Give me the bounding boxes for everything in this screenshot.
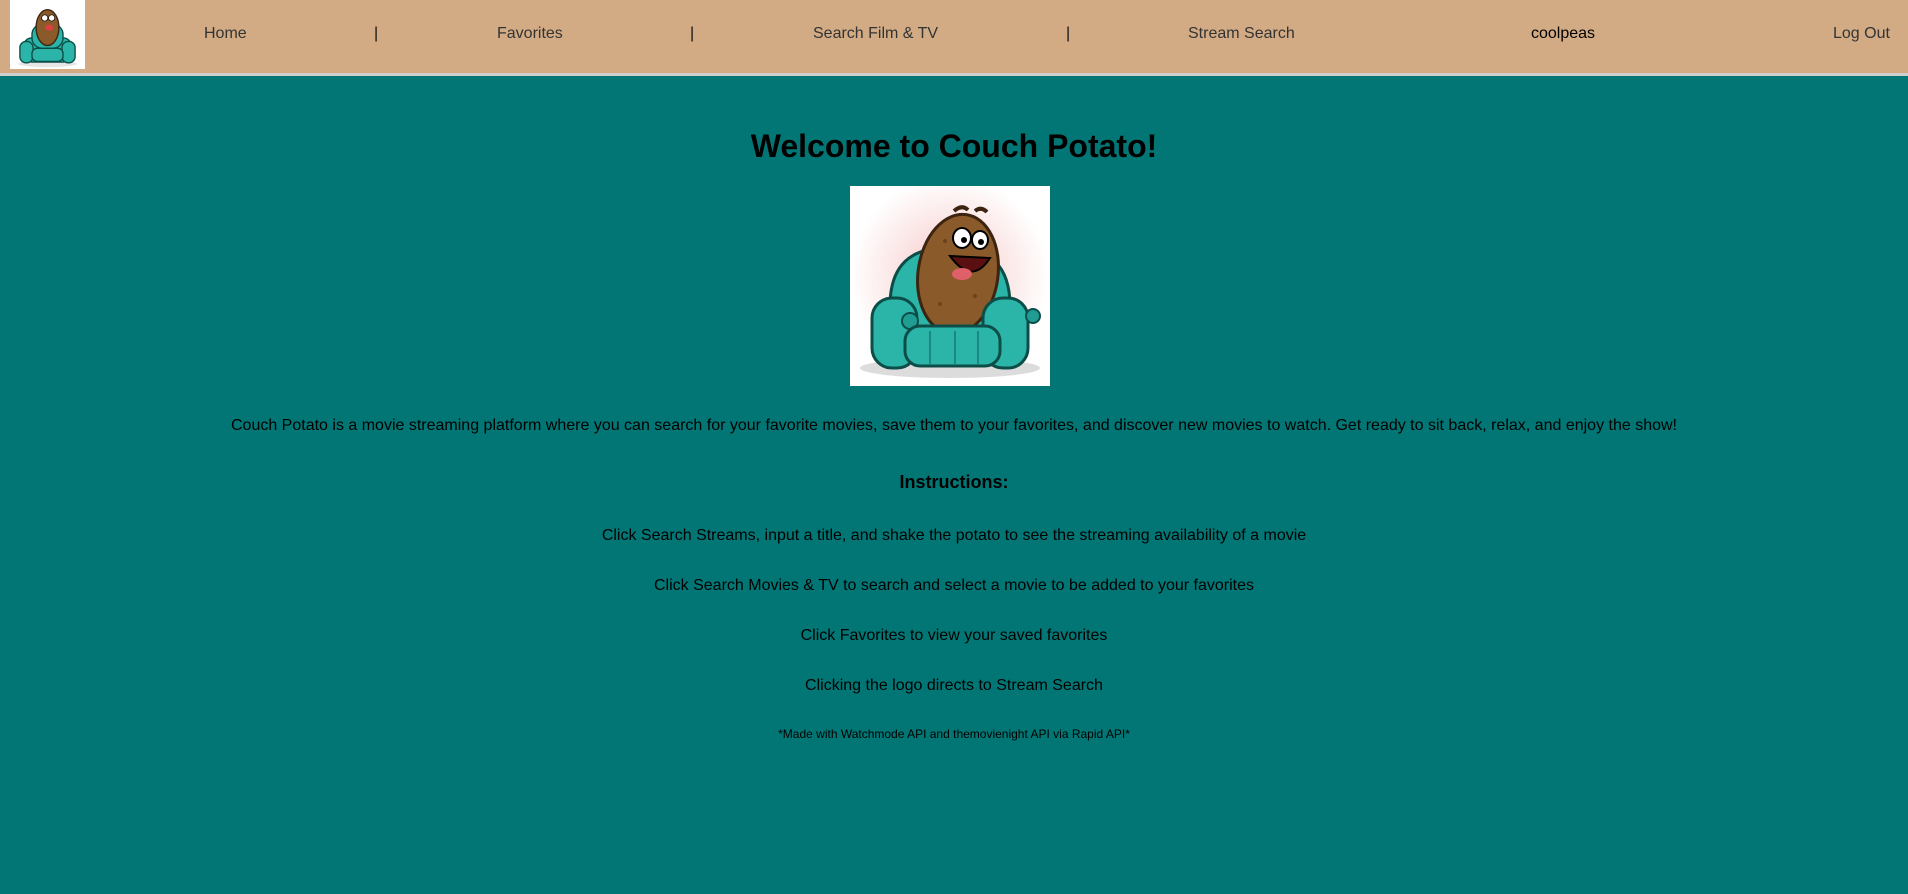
hero-image: [850, 186, 1050, 386]
description-text: Couch Potato is a movie streaming platfo…: [230, 417, 1677, 434]
page-title: Welcome to Couch Potato!: [750, 128, 1158, 164]
instruction-item: Click Search Streams, input a title, and…: [601, 527, 1307, 544]
nav-home-link[interactable]: Home: [204, 24, 247, 44]
instruction-item: Click Favorites to view your saved favor…: [800, 627, 1108, 644]
api-credit-footnote: *Made with Watchmode API and themovienig…: [778, 727, 1130, 741]
instruction-item: Click Search Movies & TV to search and s…: [654, 577, 1254, 594]
nav-separator: |: [1066, 25, 1071, 42]
couch-potato-mascot-icon: [850, 186, 1050, 386]
instruction-item: Clicking the logo directs to Stream Sear…: [805, 677, 1103, 694]
instructions-heading: Instructions:: [899, 472, 1009, 492]
logo-link[interactable]: [10, 0, 85, 69]
nav-separator: |: [374, 25, 379, 42]
nav-search-film-tv-link[interactable]: Search Film & TV: [813, 24, 938, 44]
nav-stream-search-link[interactable]: Stream Search: [1188, 24, 1295, 44]
nav-username: coolpeas: [1531, 25, 1596, 42]
top-navbar: Home | Favorites | Search Film & TV | St…: [0, 0, 1908, 76]
nav-favorites-link[interactable]: Favorites: [497, 24, 563, 44]
nav-separator: |: [690, 25, 695, 42]
nav-logout-link[interactable]: Log Out: [1833, 24, 1890, 44]
couch-potato-logo-icon: [18, 8, 77, 68]
